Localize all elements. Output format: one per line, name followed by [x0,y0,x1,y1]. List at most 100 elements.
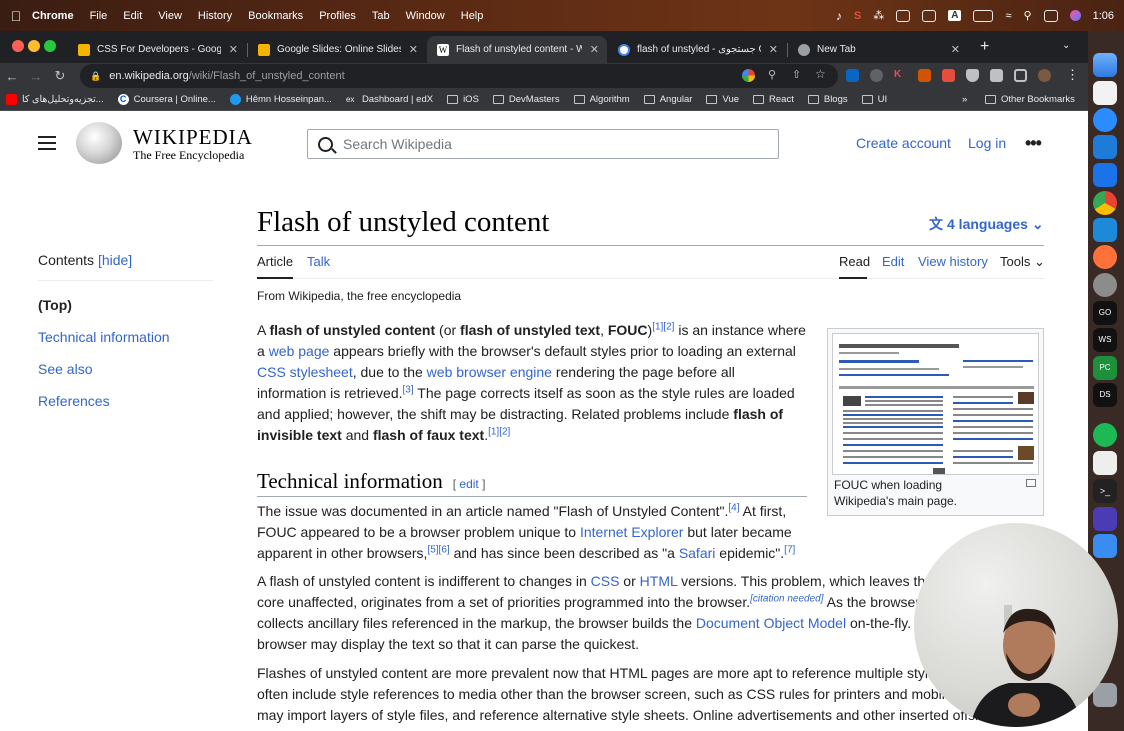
tab-search-icon[interactable]: ⌄ [1062,40,1070,51]
tab-css-for-developers[interactable]: CSS For Developers - Google S ✕ [68,36,246,63]
google-lens-icon[interactable] [742,69,755,82]
siri-icon[interactable] [1069,10,1081,21]
bookmark-youtube[interactable]: تجزیه‌وتحلیل‌های کا... [6,94,104,105]
linkedin-extension-icon[interactable] [846,69,859,82]
extension-icon[interactable] [942,69,955,82]
zoom-icon[interactable]: ⚲ [768,68,776,81]
bookmark-coursera[interactable]: C Coursera | Online... [117,94,216,105]
bookmark-edx[interactable]: ex Dashboard | edX [345,94,433,105]
dataspell-icon[interactable]: DS [1093,383,1117,407]
toc-item-top[interactable]: (Top) [38,297,213,313]
menu-icon[interactable]: ⋮ [1066,67,1079,83]
site-info-icon[interactable]: 🔒 [90,71,101,82]
bookmark-star-icon[interactable]: ☆ [815,67,826,81]
close-window-icon[interactable] [12,40,24,52]
word-icon[interactable] [1093,163,1117,187]
search-icon[interactable]: ⚲ [1024,9,1032,22]
vscode-icon[interactable] [1093,218,1117,242]
extension-icon[interactable] [918,69,931,82]
settings-icon[interactable] [1093,273,1117,297]
tab-article[interactable]: Article [257,254,293,269]
bookmark-folder-devmasters[interactable]: DevMasters [492,94,560,105]
bookmark-folder-algorithm[interactable]: Algorithm [573,94,630,105]
minimize-window-icon[interactable] [28,40,40,52]
wikipedia-wordmark[interactable]: WIKIPEDIA The Free Encyclopedia [133,125,253,163]
safari-icon[interactable] [1093,108,1117,132]
input-source-icon[interactable]: A [948,10,962,21]
goland-icon[interactable]: GO [1093,301,1117,325]
puzzle-icon[interactable] [990,69,1003,82]
link-css[interactable]: CSS [591,573,620,589]
search-input[interactable] [343,136,763,152]
bluetooth-icon[interactable]: ⁂ [873,9,884,22]
headphones-icon[interactable]: ♪ [836,9,842,23]
terminal-icon[interactable]: >_ [1093,479,1117,503]
back-icon[interactable]: ← [0,69,24,84]
wifi-icon[interactable]: ≈ [1005,10,1011,22]
clock[interactable]: 1:06 [1093,10,1114,22]
bookmark-folder-ios[interactable]: iOS [447,94,479,105]
link-safari[interactable]: Safari [679,545,716,561]
link-css-stylesheet[interactable]: CSS stylesheet [257,364,353,380]
language-selector[interactable]: 文4 languages ⌄ [929,214,1044,234]
tab-view-history[interactable]: View history [918,254,988,269]
app-star-icon[interactable] [1093,507,1117,531]
close-tab-icon[interactable]: ✕ [590,43,599,56]
apple-icon[interactable]:  [0,8,32,24]
log-in-link[interactable]: Log in [968,135,1006,151]
webstorm-icon[interactable]: WS [1093,328,1117,352]
avatar[interactable] [1038,69,1051,82]
tab-talk[interactable]: Talk [307,254,330,269]
menu-profiles[interactable]: Profiles [319,10,356,22]
menu-tab[interactable]: Tab [372,10,390,22]
more-options-icon[interactable]: ••• [1025,133,1042,154]
pycharm-icon[interactable]: PC [1093,356,1117,380]
close-tab-icon[interactable]: ✕ [951,43,960,56]
menu-history[interactable]: History [198,10,232,22]
bookmark-folder-react[interactable]: React [753,94,794,105]
menu-help[interactable]: Help [461,10,484,22]
reload-icon[interactable]: ↻ [48,68,72,84]
control-center-icon[interactable] [1043,9,1058,22]
zoom-window-icon[interactable] [44,40,56,52]
app-status-icon[interactable]: S [854,10,861,22]
close-tab-icon[interactable]: ✕ [229,43,238,56]
create-account-link[interactable]: Create account [856,135,951,151]
main-menu-icon[interactable] [38,136,56,150]
forward-icon[interactable]: → [24,69,48,84]
github-extension-icon[interactable] [870,69,883,82]
toc-item-see-also[interactable]: See also [38,361,213,377]
share-icon[interactable]: ⇧ [792,68,801,81]
finder-icon[interactable] [1093,53,1117,77]
menu-edit[interactable]: Edit [123,10,142,22]
menu-file[interactable]: File [90,10,108,22]
link-internet-explorer[interactable]: Internet Explorer [580,524,684,540]
menu-window[interactable]: Window [406,10,445,22]
tab-flash-of-unstyled-content[interactable]: W Flash of unstyled content - Wik ✕ [427,36,607,63]
link-document-object-model[interactable]: Document Object Model [696,615,846,631]
toc-item-technical-information[interactable]: Technical information [38,329,213,345]
bookmarks-overflow-button[interactable]: » [962,94,967,105]
launchpad-icon[interactable] [1093,81,1117,105]
app-s-icon[interactable] [1093,534,1117,558]
close-tab-icon[interactable]: ✕ [769,43,778,56]
keyboard-icon[interactable] [896,9,911,22]
toc-hide-button[interactable]: [hide] [98,252,132,268]
menu-app-name[interactable]: Chrome [32,10,74,22]
menu-view[interactable]: View [158,10,182,22]
spotify-icon[interactable] [1093,423,1117,447]
other-bookmarks[interactable]: Other Bookmarks [985,94,1075,105]
tab-new-tab[interactable]: New Tab ✕ [788,36,968,63]
firefox-icon[interactable] [1093,245,1117,269]
tab-google-slides[interactable]: Google Slides: Online Slidesho ✕ [248,36,426,63]
sidepanel-icon[interactable] [1014,69,1027,82]
fouc-screenshot-image[interactable] [832,333,1039,475]
link-html[interactable]: HTML [640,573,678,589]
tab-edit[interactable]: Edit [882,254,904,269]
display-icon[interactable] [922,9,937,22]
bookmark-twitter[interactable]: Hêmn Hosseinpan... [229,94,332,105]
link-web-page[interactable]: web page [269,343,330,359]
search-box[interactable] [307,129,779,159]
tab-google-search[interactable]: flash of unstyled - جستجوی Goo ✕ [608,36,786,63]
tab-read[interactable]: Read [839,254,870,269]
